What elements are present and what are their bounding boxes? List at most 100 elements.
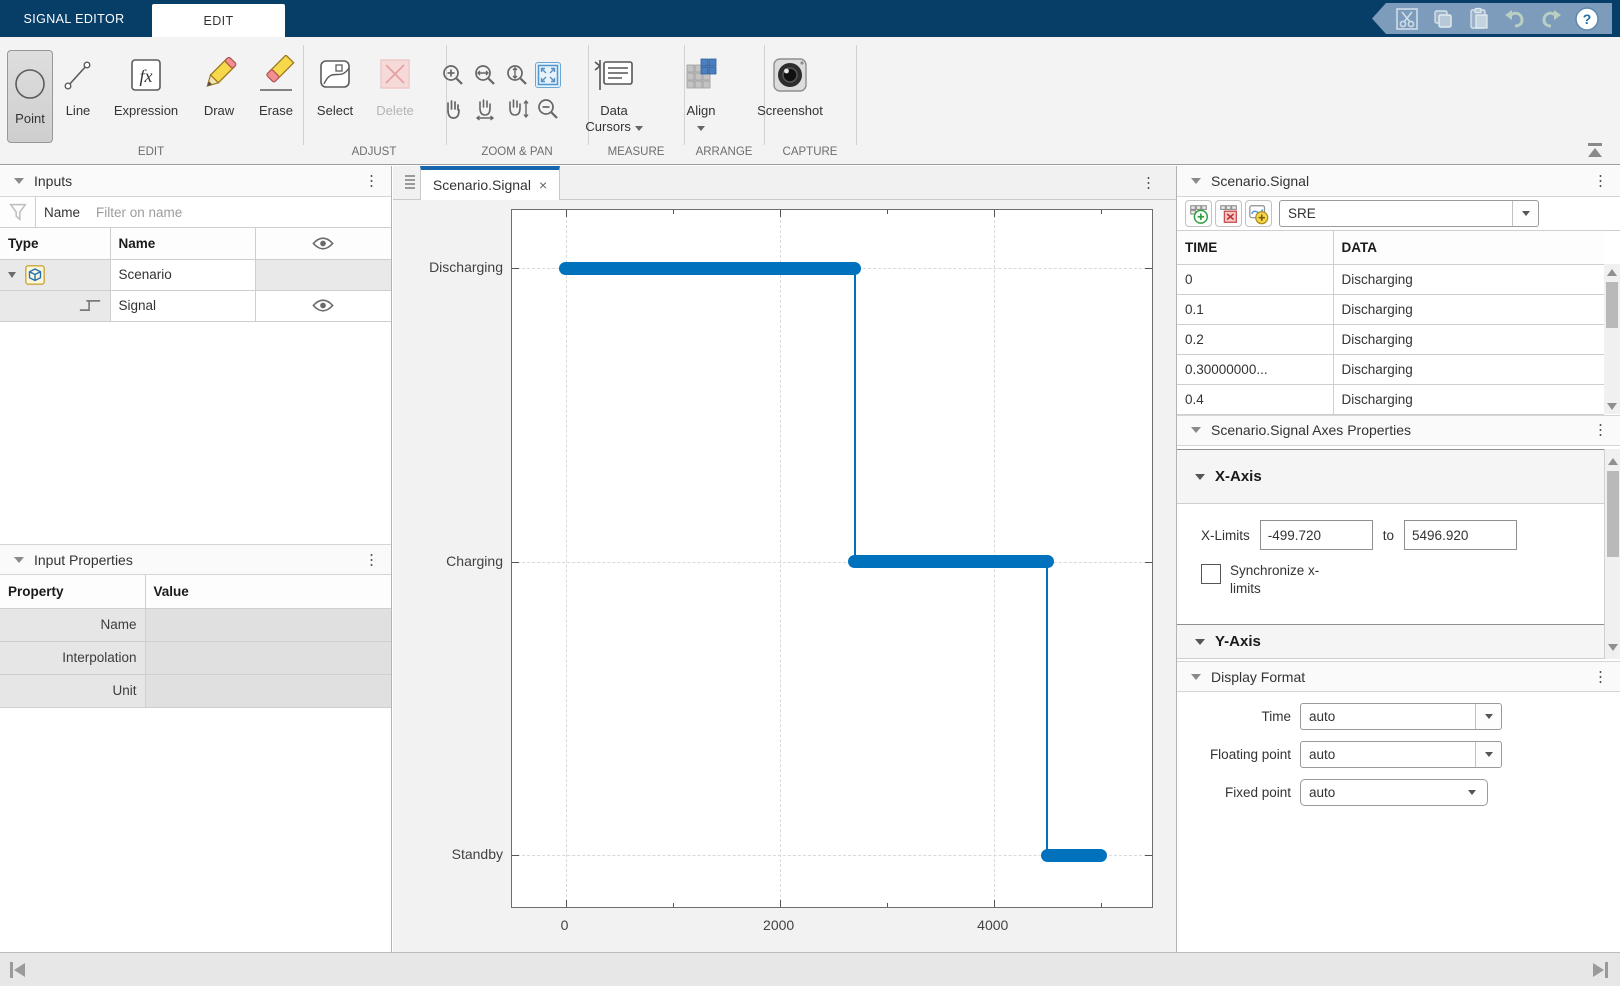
screenshot-button[interactable]: Screenshot bbox=[750, 49, 830, 141]
expression-button[interactable]: fx Expression bbox=[103, 49, 189, 141]
signal-set-combo[interactable]: SRE bbox=[1279, 200, 1539, 227]
y-tick-label: Charging bbox=[403, 553, 503, 569]
delete-icon bbox=[376, 49, 414, 101]
signal-panel-header: Scenario.Signal ⋮ bbox=[1177, 166, 1620, 197]
help-icon[interactable]: ? bbox=[1574, 6, 1600, 32]
copy-icon[interactable] bbox=[1430, 6, 1456, 32]
x-tick-label: 4000 bbox=[977, 917, 1008, 933]
tab-edit[interactable]: EDIT bbox=[152, 4, 285, 37]
time-data-row[interactable]: 0.30000000...Discharging bbox=[1177, 354, 1604, 384]
erase-button[interactable]: Erase bbox=[243, 49, 309, 141]
plot-area[interactable] bbox=[511, 209, 1153, 908]
cut-icon[interactable] bbox=[1394, 6, 1420, 32]
visibility-column-header[interactable] bbox=[255, 228, 391, 259]
input-properties-collapse-icon[interactable] bbox=[14, 557, 24, 563]
statusbar bbox=[0, 952, 1620, 986]
expand-scenario-icon[interactable] bbox=[8, 272, 16, 278]
tab-scenario-signal[interactable]: Scenario.Signal × bbox=[420, 166, 560, 200]
select-button[interactable]: Select bbox=[302, 49, 368, 141]
to-label: to bbox=[1383, 528, 1394, 543]
prop-row-unit[interactable]: Unit bbox=[0, 674, 391, 707]
prop-row-interpolation[interactable]: Interpolation bbox=[0, 641, 391, 674]
tab-grip-icon[interactable] bbox=[405, 175, 415, 191]
y-tick-label: Discharging bbox=[403, 259, 503, 275]
tab-close-icon[interactable]: × bbox=[539, 177, 547, 193]
zoom-x-icon[interactable] bbox=[472, 62, 498, 88]
combo-arrow-icon[interactable] bbox=[1475, 742, 1501, 767]
zoom-out-icon[interactable] bbox=[535, 96, 561, 122]
pan-icon[interactable] bbox=[440, 96, 466, 122]
combo-arrow-icon[interactable] bbox=[1475, 704, 1501, 729]
input-properties-menu-icon[interactable]: ⋮ bbox=[364, 552, 379, 567]
axes-properties-menu-icon[interactable]: ⋮ bbox=[1593, 423, 1608, 438]
eye-icon bbox=[312, 298, 334, 313]
main-area: Inputs ⋮ Name Type Name bbox=[0, 166, 1620, 952]
expression-icon: fx bbox=[126, 49, 166, 101]
time-data-row[interactable]: 0.1Discharging bbox=[1177, 294, 1604, 324]
tab-signal-editor[interactable]: SIGNAL EDITOR bbox=[0, 0, 148, 37]
draw-pencil-icon bbox=[199, 49, 239, 101]
x-axis-section-header[interactable]: X-Axis bbox=[1177, 449, 1604, 504]
time-data-row[interactable]: 0.2Discharging bbox=[1177, 324, 1604, 354]
fixed-point-combo[interactable]: auto bbox=[1300, 779, 1488, 806]
axes-properties-collapse-icon[interactable] bbox=[1191, 427, 1201, 433]
floating-point-combo[interactable]: auto bbox=[1300, 741, 1502, 768]
pan-x-icon[interactable] bbox=[472, 96, 498, 122]
document-tabbar: Scenario.Signal × ⋮ bbox=[393, 166, 1176, 200]
axes-scrollbar[interactable] bbox=[1604, 449, 1620, 659]
signal-panel-menu-icon[interactable]: ⋮ bbox=[1593, 174, 1608, 189]
display-format-menu-icon[interactable]: ⋮ bbox=[1593, 669, 1608, 684]
time-data-row[interactable]: 0Discharging bbox=[1177, 264, 1604, 294]
inputs-col-name[interactable]: Name bbox=[110, 228, 255, 259]
add-signal-button[interactable] bbox=[1245, 200, 1272, 227]
time-data-row[interactable]: 0.4Discharging bbox=[1177, 384, 1604, 414]
inputs-menu-icon[interactable]: ⋮ bbox=[364, 174, 379, 189]
inputs-col-type[interactable]: Type bbox=[0, 228, 110, 259]
table-row-scenario[interactable]: Scenario bbox=[0, 259, 391, 290]
align-button[interactable]: Align bbox=[668, 49, 734, 141]
signal-editor-window: SIGNAL EDITOR EDIT ? bbox=[0, 0, 1620, 986]
skip-to-end-icon[interactable] bbox=[1588, 961, 1608, 979]
time-data-scrollbar[interactable] bbox=[1604, 264, 1620, 414]
zoom-in-icon[interactable] bbox=[440, 62, 466, 88]
table-row-signal[interactable]: Signal bbox=[0, 290, 391, 321]
synchronize-x-limits-checkbox[interactable] bbox=[1201, 564, 1221, 584]
time-format-combo[interactable]: auto bbox=[1300, 703, 1502, 730]
signal-visibility-cell[interactable] bbox=[255, 290, 391, 321]
zoom-y-icon[interactable] bbox=[504, 62, 530, 88]
time-data-table-wrap: TIME DATA 0Discharging 0.1Discharging 0.… bbox=[1177, 231, 1620, 415]
insert-row-button[interactable] bbox=[1185, 200, 1212, 227]
collapse-ribbon-button[interactable] bbox=[1584, 143, 1606, 161]
inputs-collapse-icon[interactable] bbox=[14, 178, 24, 184]
line-button[interactable]: Line bbox=[45, 49, 111, 141]
filter-funnel-icon[interactable] bbox=[0, 197, 36, 227]
tabbar-menu-icon[interactable]: ⋮ bbox=[1141, 175, 1156, 190]
combo-arrow-icon[interactable] bbox=[1512, 201, 1538, 226]
signal-panel-collapse-icon[interactable] bbox=[1191, 178, 1201, 184]
skip-to-start-icon[interactable] bbox=[10, 961, 30, 979]
filter-row: Name bbox=[0, 197, 391, 228]
col-time[interactable]: TIME bbox=[1177, 231, 1333, 264]
fit-to-view-icon[interactable] bbox=[535, 62, 561, 88]
svg-text:fx: fx bbox=[140, 66, 153, 86]
combo-arrow-icon[interactable] bbox=[1457, 780, 1487, 805]
section-label-edit: EDIT bbox=[138, 146, 164, 164]
y-axis-section-header[interactable]: Y-Axis bbox=[1177, 624, 1604, 659]
x-min-input[interactable] bbox=[1260, 520, 1373, 550]
col-data[interactable]: DATA bbox=[1333, 231, 1604, 264]
redo-icon[interactable] bbox=[1538, 6, 1564, 32]
screenshot-camera-icon bbox=[769, 49, 811, 101]
filter-input[interactable] bbox=[88, 197, 391, 227]
delete-row-button[interactable] bbox=[1215, 200, 1242, 227]
align-dropdown-arrow bbox=[697, 126, 705, 131]
x-max-input[interactable] bbox=[1404, 520, 1517, 550]
prop-row-name[interactable]: Name bbox=[0, 608, 391, 641]
data-cursors-button[interactable]: DataCursors bbox=[581, 49, 647, 141]
display-format-collapse-icon[interactable] bbox=[1191, 674, 1201, 680]
titlebar: SIGNAL EDITOR EDIT ? bbox=[0, 0, 1620, 37]
signal-chart[interactable]: 020004000DischargingChargingStandby bbox=[393, 200, 1176, 952]
paste-icon[interactable] bbox=[1466, 6, 1492, 32]
undo-icon[interactable] bbox=[1502, 6, 1528, 32]
pan-y-icon[interactable] bbox=[504, 96, 530, 122]
axes-properties-title: Scenario.Signal Axes Properties bbox=[1211, 422, 1411, 438]
